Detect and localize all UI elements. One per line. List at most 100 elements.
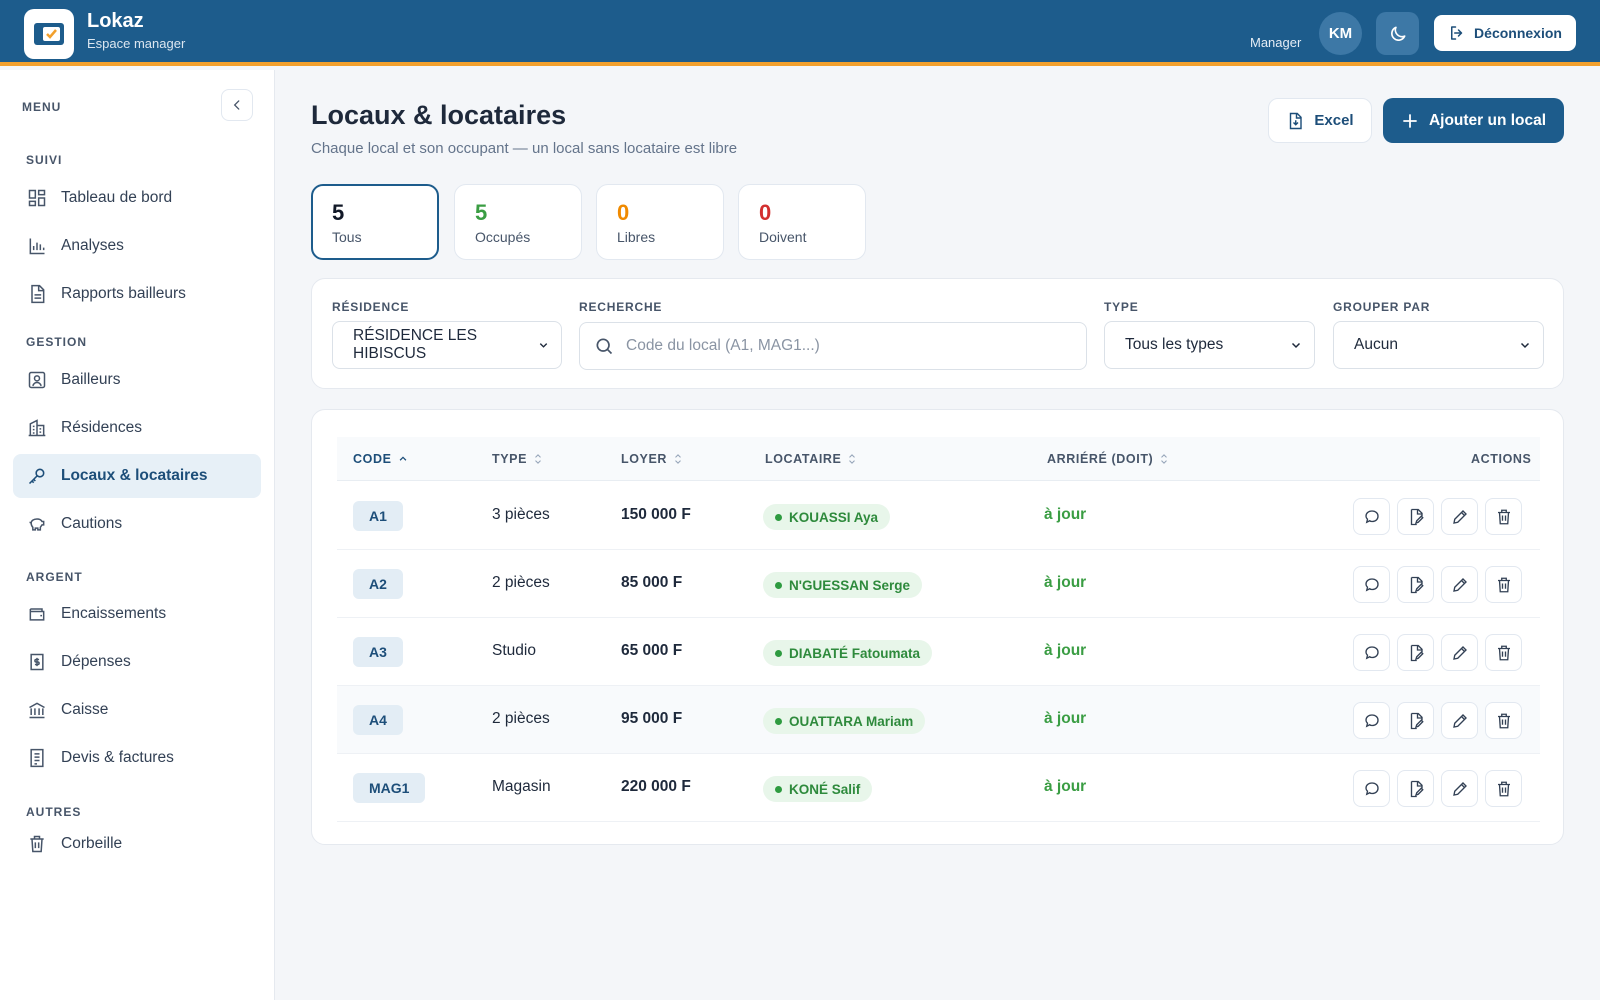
stat-label: Doivent — [759, 229, 807, 245]
message-icon — [1364, 577, 1379, 592]
table-row[interactable]: A2 2 pièces 85 000 F N'GUESSAN Serge à j… — [337, 550, 1540, 618]
app-subtitle: Espace manager — [87, 36, 186, 51]
avatar[interactable]: KM — [1319, 12, 1362, 55]
collapse-sidebar-button[interactable] — [221, 89, 253, 121]
rent-cell: 220 000 F — [621, 778, 691, 795]
table-row[interactable]: A3 Studio 65 000 F DIABATÉ Fatoumata à j… — [337, 618, 1540, 686]
sidebar-item-encaissements[interactable]: Encaissements — [13, 592, 261, 636]
sort-asc-icon — [399, 456, 406, 461]
excel-export-button[interactable]: Excel — [1268, 98, 1372, 143]
edit-button[interactable] — [1441, 498, 1478, 535]
sidebar-item-cautions[interactable]: Cautions — [13, 502, 261, 546]
logout-button[interactable]: Déconnexion — [1434, 15, 1576, 51]
user-role: Manager — [1250, 35, 1302, 50]
sidebar-item-rapports-bailleurs[interactable]: Rapports bailleurs — [13, 272, 261, 316]
table-row[interactable]: MAG1 Magasin 220 000 F KONÉ Salif à jour — [337, 754, 1540, 822]
sidebar-item-caisse[interactable]: Caisse — [13, 688, 261, 732]
edit-button[interactable] — [1441, 702, 1478, 739]
stat-card-doivent[interactable]: 0 Doivent — [738, 184, 866, 260]
search-input[interactable]: Code du local (A1, MAG1...) — [579, 322, 1087, 370]
code-badge[interactable]: A2 — [353, 569, 403, 599]
section-suivi: SUIVI — [26, 153, 63, 167]
dashboard-icon — [28, 189, 46, 207]
sidebar-item-tableau-de-bord[interactable]: Tableau de bord — [13, 176, 261, 220]
contract-button[interactable] — [1397, 702, 1434, 739]
tenant-badge[interactable]: DIABATÉ Fatoumata — [763, 640, 933, 666]
add-local-label: Ajouter un local — [1428, 111, 1547, 129]
invoice-icon — [30, 748, 44, 768]
receipt-icon — [30, 653, 44, 671]
type-cell: 3 pièces — [492, 506, 550, 523]
message-button[interactable] — [1353, 498, 1390, 535]
code-badge[interactable]: A3 — [353, 637, 403, 667]
delete-button[interactable] — [1485, 770, 1522, 807]
message-button[interactable] — [1353, 634, 1390, 671]
edit-button[interactable] — [1441, 634, 1478, 671]
add-local-button[interactable]: Ajouter un local — [1383, 98, 1564, 143]
tenant-badge[interactable]: N'GUESSAN Serge — [763, 572, 922, 598]
rent-cell: 150 000 F — [621, 506, 691, 523]
sidebar-item-locaux-locataires[interactable]: Locaux & locataires — [13, 454, 261, 498]
edit-button[interactable] — [1441, 566, 1478, 603]
contract-button[interactable] — [1397, 770, 1434, 807]
delete-button[interactable] — [1485, 634, 1522, 671]
code-badge[interactable]: A4 — [353, 705, 403, 735]
sidebar-item-residences[interactable]: Résidences — [13, 406, 261, 450]
delete-button[interactable] — [1485, 702, 1522, 739]
code-badge[interactable]: MAG1 — [353, 773, 426, 803]
type-select-value: Tous les types — [1125, 336, 1224, 353]
column-actions: ACTIONS — [1471, 452, 1531, 466]
tenant-badge[interactable]: OUATTARA Mariam — [763, 708, 926, 734]
sidebar-item-bailleurs[interactable]: Bailleurs — [13, 358, 261, 402]
chart-icon — [29, 238, 45, 255]
sidebar-item-label: Corbeille — [61, 835, 123, 852]
sidebar-item-label: Encaissements — [61, 605, 167, 622]
sort-icon — [849, 454, 856, 464]
trash-icon — [1497, 577, 1510, 592]
logout-icon — [1451, 26, 1463, 40]
column-locataire[interactable]: LOCATAIRE — [765, 452, 857, 466]
app-logo[interactable] — [24, 9, 74, 59]
table-row[interactable]: A1 3 pièces 150 000 F KOUASSI Aya à jour — [337, 482, 1540, 550]
table-row[interactable]: A4 2 pièces 95 000 F OUATTARA Mariam à j… — [337, 686, 1540, 754]
stat-card-libres[interactable]: 0 Libres — [596, 184, 724, 260]
sidebar-item-label: Rapports bailleurs — [61, 285, 186, 302]
document-edit-icon — [1410, 644, 1424, 661]
type-select[interactable]: Tous les types — [1104, 321, 1315, 369]
pencil-icon — [1452, 781, 1467, 796]
document-edit-icon — [1410, 780, 1424, 797]
message-icon — [1364, 781, 1379, 796]
contract-button[interactable] — [1397, 634, 1434, 671]
residence-select[interactable]: RÉSIDENCE LES HIBISCUS — [332, 321, 562, 369]
column-code[interactable]: CODE — [353, 452, 408, 466]
group-by-select[interactable]: Aucun — [1333, 321, 1544, 369]
top-bar: Lokaz Espace manager Manager KM Déconnex… — [0, 0, 1600, 66]
theme-toggle-button[interactable] — [1376, 12, 1419, 55]
page-title: Locaux & locataires — [311, 100, 567, 130]
contract-button[interactable] — [1397, 498, 1434, 535]
tenant-badge[interactable]: KONÉ Salif — [763, 776, 873, 802]
column-label: LOCATAIRE — [765, 452, 842, 466]
sidebar-item-depenses[interactable]: Dépenses — [13, 640, 261, 684]
delete-button[interactable] — [1485, 498, 1522, 535]
message-button[interactable] — [1353, 566, 1390, 603]
tenant-badge[interactable]: KOUASSI Aya — [763, 504, 891, 530]
trash-icon — [1497, 713, 1510, 728]
message-button[interactable] — [1353, 702, 1390, 739]
message-button[interactable] — [1353, 770, 1390, 807]
delete-button[interactable] — [1485, 566, 1522, 603]
edit-button[interactable] — [1441, 770, 1478, 807]
column-arriere[interactable]: ARRIÉRÉ (DOIT) — [1047, 452, 1169, 466]
filters-panel: RÉSIDENCE RÉSIDENCE LES HIBISCUS RECHERC… — [311, 278, 1564, 389]
stat-card-tous[interactable]: 5 Tous — [311, 184, 439, 260]
sidebar-item-corbeille[interactable]: Corbeille — [13, 822, 261, 866]
contract-button[interactable] — [1397, 566, 1434, 603]
sidebar-item-label: Analyses — [61, 237, 124, 254]
bank-icon — [29, 702, 45, 719]
stat-card-occupes[interactable]: 5 Occupés — [454, 184, 582, 260]
code-badge[interactable]: A1 — [353, 501, 403, 531]
sidebar-item-devis-factures[interactable]: Devis & factures — [13, 736, 261, 780]
sidebar-item-analyses[interactable]: Analyses — [13, 224, 261, 268]
column-type[interactable]: TYPE — [492, 452, 543, 466]
column-loyer[interactable]: LOYER — [621, 452, 683, 466]
